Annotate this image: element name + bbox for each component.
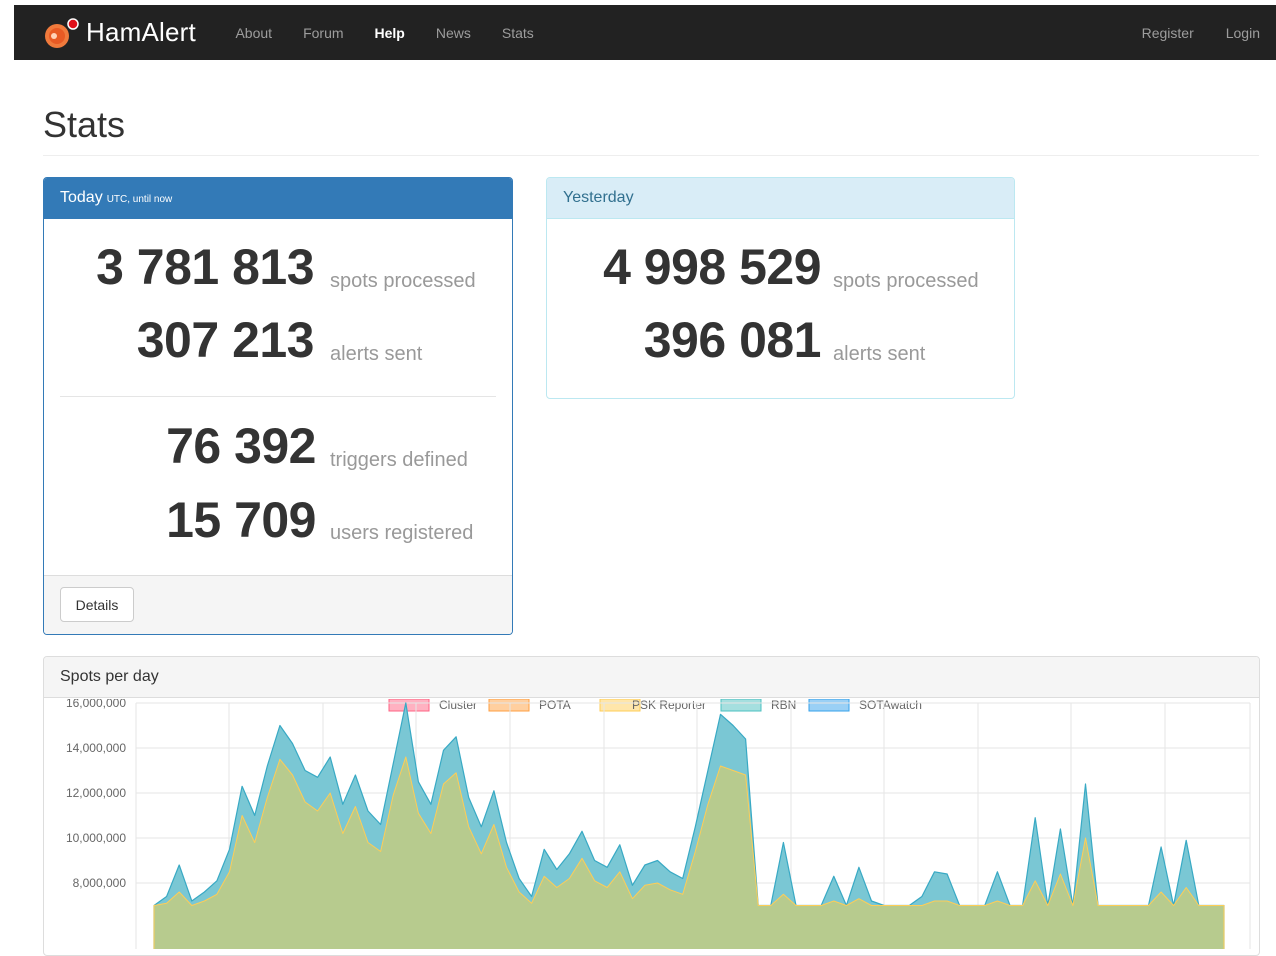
- y-tick-label: 14,000,000: [66, 741, 126, 755]
- spots-per-day-chart: Cluster POTA PSK Reporter RBN SOTAwatch 16,00…: [66, 699, 1251, 949]
- today-spots-label: spots processed: [330, 270, 476, 292]
- today-panel-footer: Details: [44, 575, 512, 634]
- nav-links: About Forum Help News Stats: [220, 25, 549, 41]
- spots-per-day-panel: Spots per day Cluster POTA PSK Reporter RBN…: [43, 656, 1260, 956]
- legend-swatch-cluster: [388, 699, 430, 712]
- y-tick-label: 12,000,000: [66, 786, 126, 800]
- legend-label-cluster: Cluster: [439, 699, 477, 712]
- nav-link-register[interactable]: Register: [1126, 25, 1210, 41]
- today-heading-note: UTC, until now: [106, 194, 173, 205]
- nav-link-about[interactable]: About: [220, 25, 288, 41]
- yesterday-spots-label: spots processed: [833, 270, 979, 292]
- nav-right: Register Login: [1126, 25, 1276, 41]
- today-triggers-defined: 76 392: [166, 418, 316, 474]
- y-tick-label: 10,000,000: [66, 831, 126, 845]
- legend-swatch-sotawatch: [808, 699, 850, 712]
- nav-link-forum[interactable]: Forum: [288, 25, 359, 41]
- brand-name: HamAlert: [86, 17, 196, 47]
- page-title: Stats: [43, 104, 126, 145]
- yesterday-alerts-sent: 396 081: [643, 312, 822, 368]
- legend-label-sotawatch: SOTAwatch: [859, 699, 922, 712]
- legend-label-rbn: RBN: [771, 699, 796, 712]
- nav-link-stats[interactable]: Stats: [486, 25, 549, 41]
- today-users-registered: 15 709: [166, 492, 316, 548]
- today-stats-divider: [60, 396, 496, 397]
- legend-swatch-pota: [488, 699, 530, 712]
- yesterday-panel-heading: Yesterday: [547, 178, 1014, 219]
- nav-link-help[interactable]: Help: [359, 25, 420, 41]
- navbar: HamAlert About Forum Help News Stats Reg…: [14, 5, 1276, 60]
- yesterday-heading-title: Yesterday: [563, 189, 634, 206]
- today-alerts-label: alerts sent: [330, 343, 423, 365]
- today-triggers-label: triggers defined: [330, 449, 468, 471]
- legend-label-psk-reporter: PSK Reporter: [632, 699, 706, 712]
- today-spots-processed: 3 781 813: [96, 239, 314, 295]
- hamalert-logo-icon: [40, 16, 84, 50]
- spots-per-day-heading: Spots per day: [44, 657, 1259, 698]
- today-users-label: users registered: [330, 522, 474, 544]
- legend-label-pota: POTA: [539, 699, 571, 712]
- today-alerts-sent: 307 213: [136, 312, 315, 368]
- brand-link[interactable]: HamAlert: [40, 16, 196, 50]
- yesterday-spots-processed: 4 998 529: [603, 239, 821, 295]
- nav-link-news[interactable]: News: [420, 25, 486, 41]
- today-panel: Today UTC, until now 3 781 813 spots pro…: [43, 177, 513, 635]
- title-divider: [43, 155, 1259, 156]
- details-button[interactable]: Details: [60, 587, 134, 622]
- yesterday-alerts-label: alerts sent: [833, 343, 926, 365]
- y-tick-label: 8,000,000: [73, 876, 127, 890]
- today-heading-title: Today: [60, 189, 103, 206]
- yesterday-panel: Yesterday 4 998 529 spots processed 396 …: [546, 177, 1015, 399]
- legend-swatch-rbn: [720, 699, 762, 712]
- y-tick-label: 16,000,000: [66, 699, 126, 710]
- spots-per-day-title: Spots per day: [60, 668, 159, 685]
- nav-link-login[interactable]: Login: [1210, 25, 1276, 41]
- today-panel-heading: Today UTC, until now: [44, 178, 512, 219]
